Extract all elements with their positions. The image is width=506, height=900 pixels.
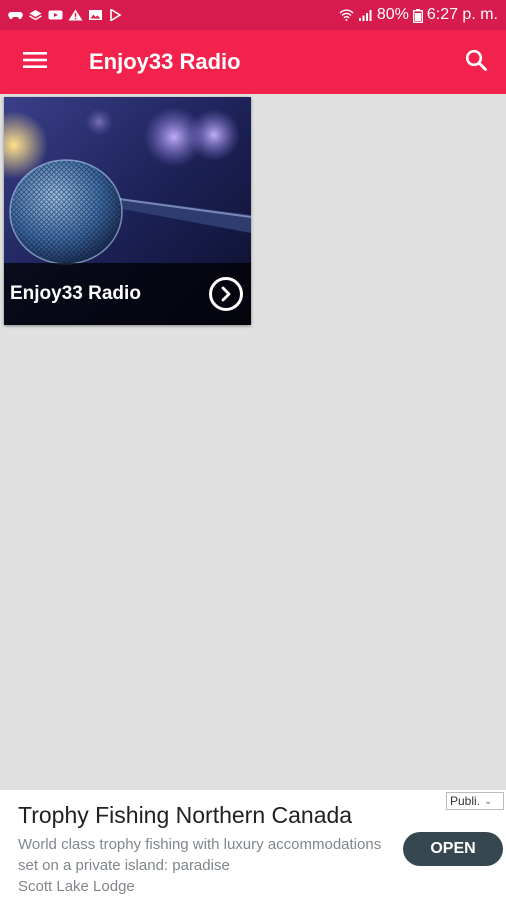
youtube-icon [48, 9, 63, 21]
notification-icons [8, 9, 123, 21]
ad-open-button[interactable]: OPEN [403, 832, 503, 866]
system-status: 80% 6:27 p. m. [339, 6, 498, 24]
hamburger-menu-icon [23, 51, 47, 74]
ad-badge-label: Publi. [450, 794, 481, 808]
app-bar: Enjoy33 Radio [0, 30, 506, 94]
play-store-icon [108, 9, 123, 21]
layers-icon [28, 9, 43, 21]
wifi-icon [339, 9, 354, 21]
status-bar: 80% 6:27 p. m. [0, 0, 506, 30]
battery-icon [412, 9, 423, 23]
station-card[interactable]: Enjoy33 Radio [4, 97, 251, 325]
search-button[interactable] [446, 30, 506, 94]
page-title: Enjoy33 Radio [89, 49, 241, 74]
ad-banner[interactable]: Publi. ⌄ Trophy Fishing Northern Canada … [0, 790, 506, 900]
ad-body-text: World class trophy fishing with luxury a… [18, 836, 382, 874]
search-icon [465, 49, 487, 76]
card-footer: Enjoy33 Radio [4, 263, 251, 325]
image-icon [88, 9, 103, 21]
warning-icon [68, 9, 83, 21]
battery-percent: 80% [376, 6, 409, 23]
ad-title[interactable]: Trophy Fishing Northern Canada [18, 802, 352, 829]
ad-choices-badge[interactable]: Publi. ⌄ [446, 792, 504, 810]
gamepad-icon [8, 9, 23, 21]
card-title: Enjoy33 Radio [10, 283, 141, 304]
chevron-down-icon: ⌄ [484, 795, 493, 807]
ad-advertiser: Scott Lake Lodge [18, 878, 135, 895]
station-grid: Enjoy33 Radio [0, 94, 506, 790]
menu-button[interactable] [0, 30, 70, 94]
signal-icon [358, 9, 373, 21]
clock: 6:27 p. m. [426, 6, 498, 23]
ad-description: World class trophy fishing with luxury a… [18, 834, 388, 897]
chevron-right-circle-icon[interactable] [209, 277, 243, 311]
